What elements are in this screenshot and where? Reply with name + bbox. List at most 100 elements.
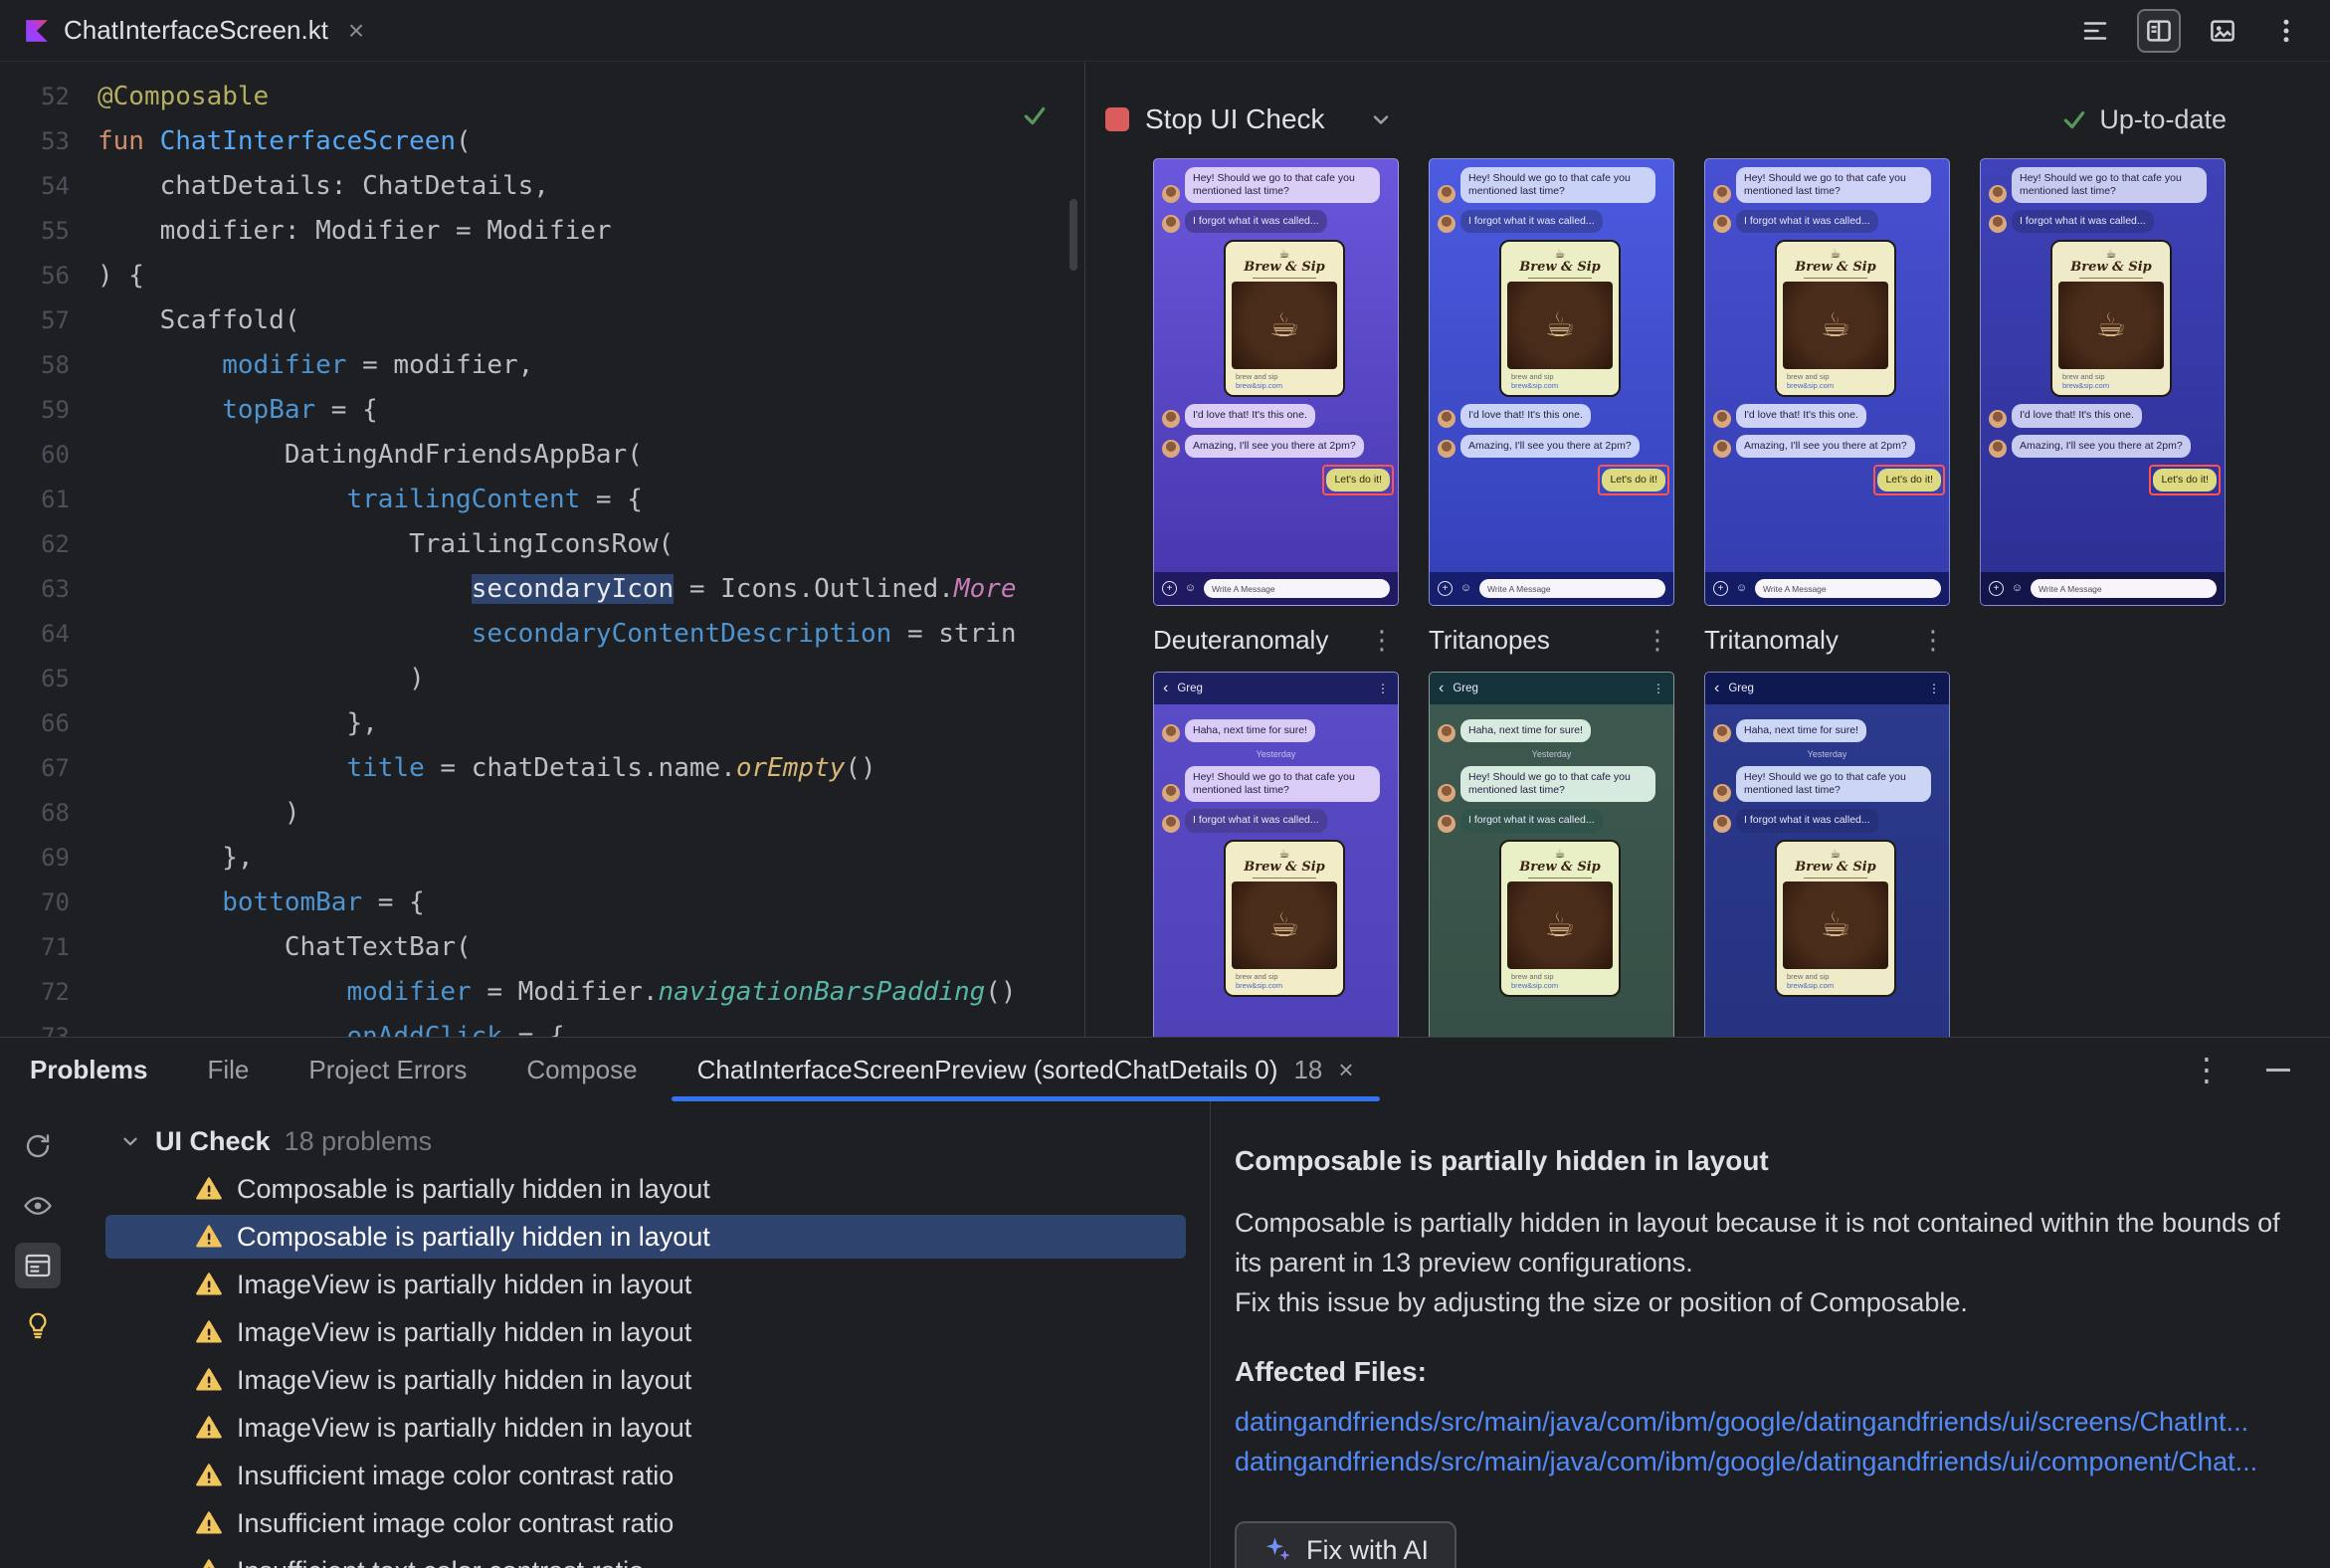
tab-compose[interactable]: Compose bbox=[526, 1038, 637, 1101]
line-number[interactable]: 68 bbox=[0, 791, 70, 836]
eye-icon[interactable] bbox=[15, 1183, 61, 1229]
line-number[interactable]: 70 bbox=[0, 881, 70, 925]
back-icon[interactable]: ‹ bbox=[1714, 681, 1719, 696]
code-line[interactable]: 64 secondaryContentDescription = strin bbox=[0, 612, 1083, 657]
code-line[interactable]: 61 trailingContent = { bbox=[0, 478, 1083, 522]
chevron-down-icon[interactable] bbox=[1369, 107, 1393, 131]
problems-group[interactable]: UI Check 18 problems bbox=[76, 1117, 1210, 1165]
close-icon[interactable]: × bbox=[348, 15, 364, 47]
line-number[interactable]: 60 bbox=[0, 433, 70, 478]
problem-item[interactable]: ImageView is partially hidden in layout bbox=[76, 1404, 1210, 1452]
smiley-icon[interactable]: ☺ bbox=[1734, 581, 1749, 596]
problem-item[interactable]: Insufficient image color contrast ratio bbox=[76, 1499, 1210, 1547]
smiley-icon[interactable]: ☺ bbox=[1183, 581, 1198, 596]
problem-item[interactable]: Insufficient image color contrast ratio bbox=[76, 1452, 1210, 1499]
tab-file[interactable]: File bbox=[208, 1038, 250, 1101]
line-number[interactable]: 69 bbox=[0, 836, 70, 881]
kebab-icon[interactable]: ⋮ bbox=[1377, 682, 1389, 695]
ui-check-preview-phone[interactable]: ‹ Greg ⋮ Haha, next time for sure! Yesterday… bbox=[1153, 672, 1399, 1037]
problem-item[interactable]: ImageView is partially hidden in layout bbox=[76, 1308, 1210, 1356]
plus-icon[interactable]: + bbox=[1438, 581, 1453, 596]
code-line[interactable]: 59 topBar = { bbox=[0, 388, 1083, 433]
line-number[interactable]: 54 bbox=[0, 164, 70, 209]
back-icon[interactable]: ‹ bbox=[1163, 681, 1168, 696]
fix-with-ai-button[interactable]: Fix with AI bbox=[1235, 1521, 1457, 1568]
problem-item[interactable]: ImageView is partially hidden in layout bbox=[76, 1261, 1210, 1308]
kebab-icon[interactable]: ⋮ bbox=[1369, 625, 1399, 656]
more-vertical-icon[interactable] bbox=[2264, 9, 2308, 53]
inspections-ok-icon[interactable] bbox=[1022, 102, 1048, 132]
more-vertical-icon[interactable]: ⋮ bbox=[2191, 1051, 2223, 1088]
smiley-icon[interactable]: ☺ bbox=[2010, 581, 2025, 596]
code-line[interactable]: 60 DatingAndFriendsAppBar( bbox=[0, 433, 1083, 478]
line-number[interactable]: 71 bbox=[0, 925, 70, 970]
kebab-icon[interactable]: ⋮ bbox=[1928, 682, 1940, 695]
split-editor-icon[interactable] bbox=[2137, 8, 2181, 53]
tool-window-title[interactable]: Problems bbox=[30, 1038, 148, 1101]
smiley-icon[interactable]: ☺ bbox=[1458, 581, 1473, 596]
ui-check-preview-phone[interactable]: Hey! Should we go to that cafe you menti… bbox=[1153, 158, 1399, 606]
details-view-icon[interactable] bbox=[15, 1243, 61, 1288]
code-editor[interactable]: 52 @Composable 53 fun ChatInterfaceScreen(5… bbox=[0, 63, 1083, 1037]
problem-item[interactable]: Composable is partially hidden in layout bbox=[76, 1165, 1210, 1213]
line-number[interactable]: 52 bbox=[0, 75, 70, 119]
line-number[interactable]: 65 bbox=[0, 657, 70, 701]
kebab-icon[interactable]: ⋮ bbox=[1652, 682, 1664, 695]
message-input[interactable]: Write A Message bbox=[1204, 579, 1390, 598]
line-number[interactable]: 72 bbox=[0, 970, 70, 1015]
line-number[interactable]: 61 bbox=[0, 478, 70, 522]
code-line[interactable]: 68 ) bbox=[0, 791, 1083, 836]
affected-file-link[interactable]: datingandfriends/src/main/java/com/ibm/g… bbox=[1235, 1442, 2290, 1481]
ui-check-preview-icon[interactable] bbox=[2201, 9, 2244, 53]
code-line[interactable]: 56) { bbox=[0, 254, 1083, 298]
minimize-icon[interactable] bbox=[2266, 1068, 2290, 1072]
ui-check-preview-phone[interactable]: ‹ Greg ⋮ Haha, next time for sure! Yesterday… bbox=[1704, 672, 1950, 1037]
line-number[interactable]: 62 bbox=[0, 522, 70, 567]
line-number[interactable]: 59 bbox=[0, 388, 70, 433]
code-line[interactable]: 72 modifier = Modifier.navigationBarsPad… bbox=[0, 970, 1083, 1015]
message-input[interactable]: Write A Message bbox=[2031, 579, 2217, 598]
line-number[interactable]: 64 bbox=[0, 612, 70, 657]
code-line[interactable]: 57 Scaffold( bbox=[0, 298, 1083, 343]
code-line[interactable]: 52 @Composable bbox=[0, 75, 1083, 119]
plus-icon[interactable]: + bbox=[1162, 581, 1177, 596]
code-line[interactable]: 67 title = chatDetails.name.orEmpty() bbox=[0, 746, 1083, 791]
line-number[interactable]: 53 bbox=[0, 119, 70, 164]
line-number[interactable]: 67 bbox=[0, 746, 70, 791]
code-line[interactable]: 58 modifier = modifier, bbox=[0, 343, 1083, 388]
problem-item[interactable]: ImageView is partially hidden in layout bbox=[76, 1356, 1210, 1404]
message-input[interactable]: Write A Message bbox=[1479, 579, 1665, 598]
code-line[interactable]: 62 TrailingIconsRow( bbox=[0, 522, 1083, 567]
back-icon[interactable]: ‹ bbox=[1439, 681, 1444, 696]
kebab-icon[interactable]: ⋮ bbox=[1645, 625, 1674, 656]
ui-check-preview-phone[interactable]: ‹ Greg ⋮ Haha, next time for sure! Yesterday… bbox=[1429, 672, 1674, 1037]
code-line[interactable]: 55 modifier: Modifier = Modifier bbox=[0, 209, 1083, 254]
line-number[interactable]: 63 bbox=[0, 567, 70, 612]
line-number[interactable]: 58 bbox=[0, 343, 70, 388]
plus-icon[interactable]: + bbox=[1989, 581, 2004, 596]
line-number[interactable]: 56 bbox=[0, 254, 70, 298]
lightbulb-icon[interactable] bbox=[15, 1302, 61, 1348]
tab-preview-active[interactable]: ChatInterfaceScreenPreview (sortedChatDe… bbox=[671, 1038, 1380, 1101]
message-input[interactable]: Write A Message bbox=[1755, 579, 1941, 598]
line-number[interactable]: 66 bbox=[0, 701, 70, 746]
code-line[interactable]: 73 onAddClick = { bbox=[0, 1015, 1083, 1037]
line-number[interactable]: 73 bbox=[0, 1015, 70, 1037]
chevron-down-icon[interactable] bbox=[119, 1130, 141, 1152]
code-line[interactable]: 53 fun ChatInterfaceScreen( bbox=[0, 119, 1083, 164]
code-line[interactable]: 66 }, bbox=[0, 701, 1083, 746]
problem-item[interactable]: Insufficient text color contrast ratio bbox=[76, 1547, 1210, 1568]
code-line[interactable]: 70 bottomBar = { bbox=[0, 881, 1083, 925]
plus-icon[interactable]: + bbox=[1713, 581, 1728, 596]
ui-check-preview-phone[interactable]: Hey! Should we go to that cafe you menti… bbox=[1429, 158, 1674, 606]
ui-check-preview-phone[interactable]: Hey! Should we go to that cafe you menti… bbox=[1980, 158, 2226, 606]
editor-scrollbar[interactable] bbox=[1069, 199, 1077, 271]
editor-tab[interactable]: ChatInterfaceScreen.kt × bbox=[0, 0, 390, 61]
kebab-icon[interactable]: ⋮ bbox=[1920, 625, 1950, 656]
ui-check-preview-phone[interactable]: Hey! Should we go to that cafe you menti… bbox=[1704, 158, 1950, 606]
code-line[interactable]: 54 chatDetails: ChatDetails, bbox=[0, 164, 1083, 209]
affected-file-link[interactable]: datingandfriends/src/main/java/com/ibm/g… bbox=[1235, 1402, 2290, 1442]
tab-project-errors[interactable]: Project Errors bbox=[308, 1038, 467, 1101]
stop-ui-check-button[interactable]: Stop UI Check bbox=[1105, 103, 1325, 135]
code-line[interactable]: 63 secondaryIcon = Icons.Outlined.More bbox=[0, 567, 1083, 612]
